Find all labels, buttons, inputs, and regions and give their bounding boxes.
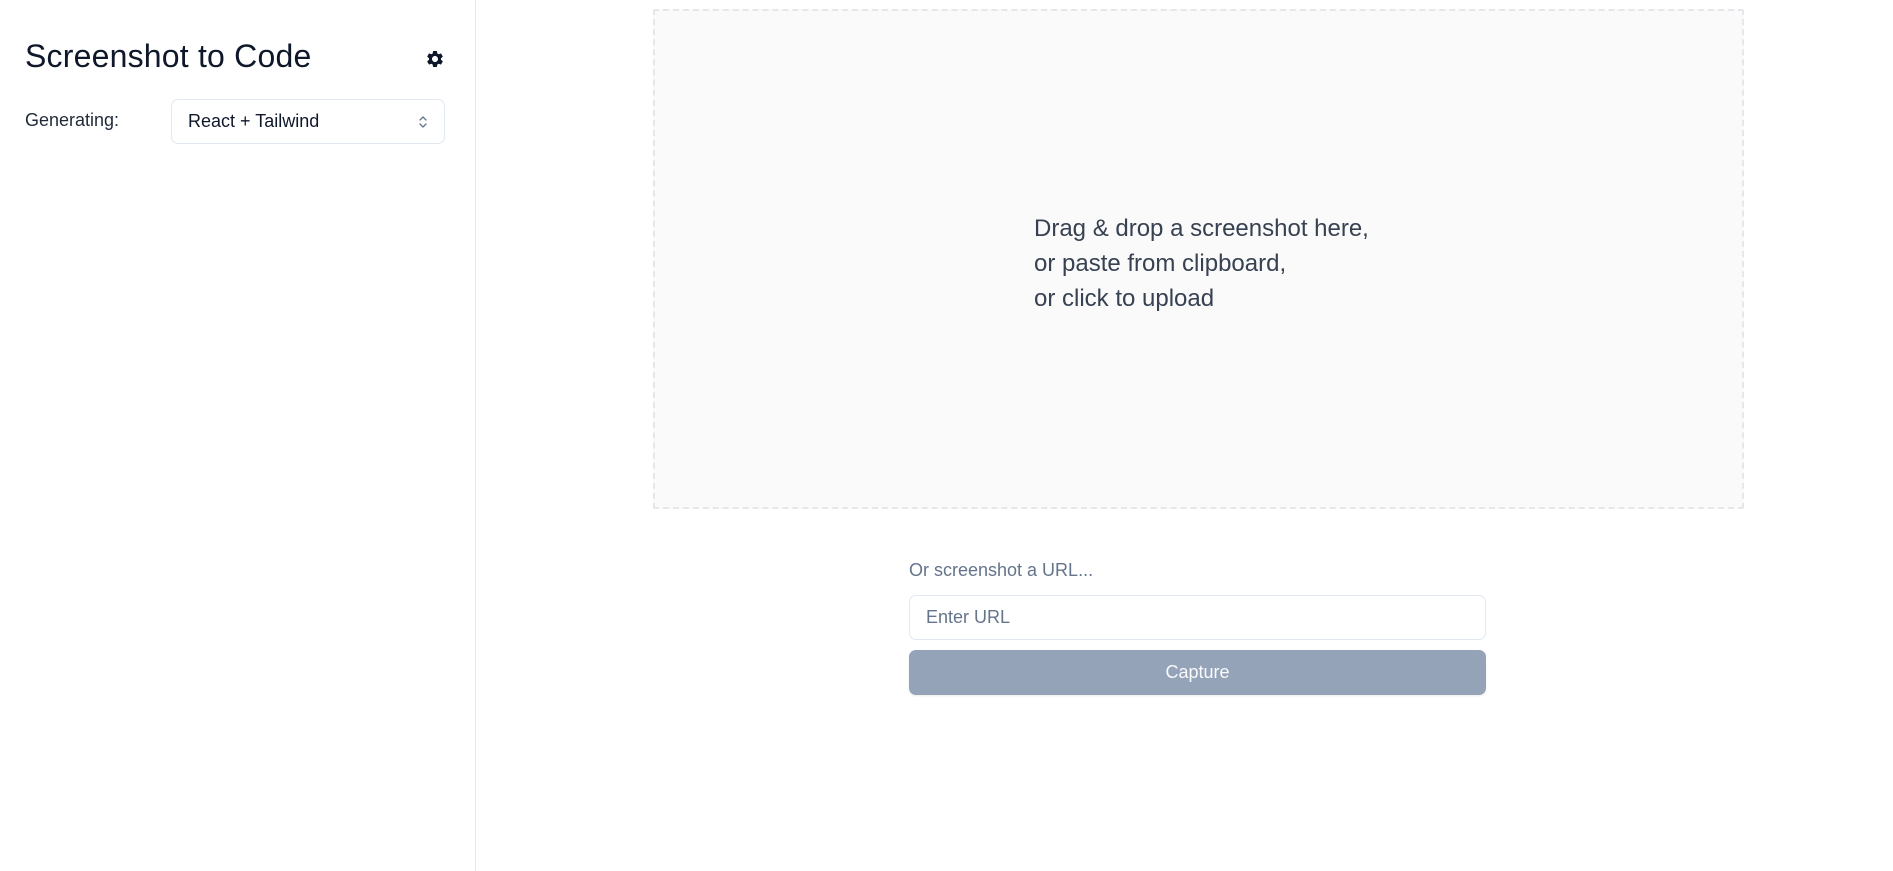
dropzone-instructions: Drag & drop a screenshot here, or paste … xyxy=(1034,211,1369,316)
dropzone-line-drag: Drag & drop a screenshot here, xyxy=(1034,215,1369,242)
capture-button[interactable]: Capture xyxy=(909,650,1486,695)
url-section-label: Or screenshot a URL... xyxy=(909,560,1094,580)
stack-select-value: React + Tailwind xyxy=(188,111,320,131)
url-input[interactable] xyxy=(909,595,1486,640)
generating-label: Generating: xyxy=(25,110,120,130)
stack-select[interactable]: React + Tailwind xyxy=(171,99,445,144)
settings-button[interactable] xyxy=(424,48,446,70)
dropzone-line-paste: or paste from clipboard, xyxy=(1034,250,1287,277)
sidebar: Screenshot to Code Generating: React + T… xyxy=(0,0,476,871)
dropzone-line-upload: or click to upload xyxy=(1034,285,1215,312)
app-root: Screenshot to Code Generating: React + T… xyxy=(0,0,1893,871)
app-title: Screenshot to Code xyxy=(25,38,312,74)
chevron-up-down-icon xyxy=(419,115,427,128)
gear-icon xyxy=(427,50,443,67)
screenshot-dropzone[interactable]: Drag & drop a screenshot here, or paste … xyxy=(653,9,1744,509)
